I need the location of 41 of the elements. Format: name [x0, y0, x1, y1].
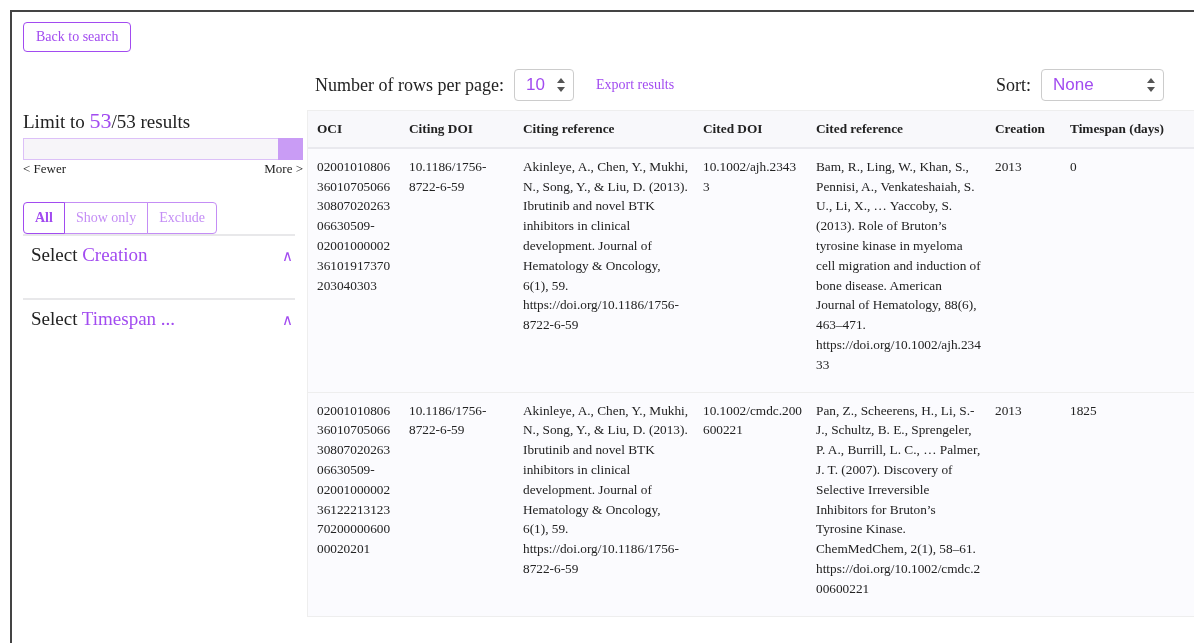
- export-results-link[interactable]: Export results: [595, 77, 675, 93]
- column-header: Cited DOI: [694, 111, 807, 148]
- table-cell: 1825: [1061, 392, 1194, 616]
- table-cell: 2013: [986, 392, 1061, 616]
- column-header: Timespan (days): [1061, 111, 1194, 148]
- table-cell: 10.1186/1756-8722-6-59: [400, 147, 514, 393]
- table-cell: Pan, Z., Scheerens, H., Li, S.-J., Schultz, B. E., Sprengeler, P. A., Burrill, L. C., … Palmer, J. T. (2007). Discovery of Selective Irreversible Inhibitors for Bruton’s Tyrosine Kinase. ChemMedChem, 2(1), 58–61. https://doi.org/10.1002/cmdc.200600221: [807, 392, 986, 616]
- table-cell: Akinleye, A., Chen, Y., Mukhi, N., Song, Y., & Liu, D. (2013). Ibrutinib and novel BTK inhibitors in clinical development. Journal of Hematology & Oncology, 6(1), 59. https://doi.org/10.1186/1756-8722-6-59: [514, 147, 694, 393]
- slider-handle[interactable]: [278, 138, 303, 160]
- table-cell: Bam, R., Ling, W., Khan, S., Pennisi, A., Venkateshaiah, S. U., Li, X., … Yaccoby, S. (2013). Role of Bruton’s tyrosine kinase in myeloma cell migration and induction of bone disease. American Journal of Hematology, 88(6), 463–471. https://doi.org/10.1002/ajh.23433: [807, 147, 986, 393]
- sort-label: Sort:: [996, 74, 1031, 96]
- rows-per-page-label: Number of rows per page:: [315, 74, 504, 96]
- slider-track[interactable]: [23, 138, 303, 160]
- filter-mode-button[interactable]: Exclude: [147, 202, 218, 234]
- table-cell: 10.1002/ajh.23433: [694, 147, 807, 393]
- up-down-arrows-icon: [1147, 78, 1155, 92]
- fewer-label: < Fewer: [23, 161, 67, 177]
- collapse-toggle[interactable]: ∧: [282, 308, 295, 362]
- column-header: Citing reference: [514, 111, 694, 148]
- table-cell: 020010108063601070506630807020263 06630509-0200100000236101917370 203040303: [308, 147, 400, 393]
- column-header: OCI: [308, 111, 400, 148]
- table-cell: Akinleye, A., Chen, Y., Mukhi, N., Song, Y., & Liu, D. (2013). Ibrutinib and novel BTK inhibitors in clinical development. Journal of Hematology & Oncology, 6(1), 59. https://doi.org/10.1186/1756-8722-6-59: [514, 392, 694, 616]
- column-header: Cited reference: [807, 111, 986, 148]
- back-to-search-button[interactable]: Back to search: [23, 22, 132, 52]
- up-down-arrows-icon: [556, 78, 565, 92]
- table-cell: 020010108063601070506630807020263 06630509-0200100000236122213123 7020000060000020201: [308, 392, 400, 616]
- collapse-toggle[interactable]: ∧: [282, 244, 295, 298]
- table-cell: 10.1002/cmdc.200600221: [694, 392, 807, 616]
- dropdown-field[interactable]: None: [1041, 69, 1164, 101]
- section-title[interactable]: Select Creation: [31, 244, 148, 298]
- filter-mode-button[interactable]: Show only: [63, 202, 149, 234]
- table-cell: 0: [1061, 147, 1194, 393]
- column-header: Creation: [986, 111, 1061, 148]
- column-header: Citing DOI: [400, 111, 514, 148]
- section-title[interactable]: Select Timespan ...: [31, 308, 176, 362]
- table-cell: 10.1186/1756-8722-6-59: [400, 392, 514, 616]
- limit-label: Limit to 53/53 results: [23, 108, 192, 134]
- dropdown-field[interactable]: 10: [513, 69, 574, 101]
- more-label: More >: [264, 161, 303, 177]
- table-cell: 2013: [986, 147, 1061, 393]
- filter-mode-button[interactable]: All: [23, 202, 65, 234]
